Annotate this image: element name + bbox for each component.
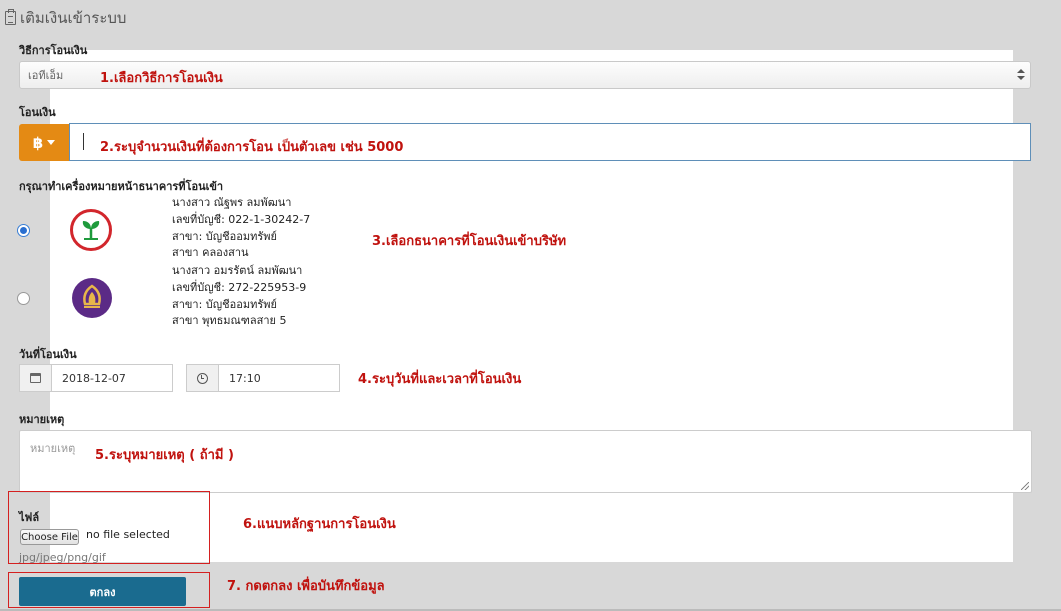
- bank-branch: สาขา พุทธมณฑลสาย 5: [172, 314, 287, 328]
- annotation-step-6: 6.แนบหลักฐานการโอนเงิน: [243, 517, 396, 532]
- kasikorn-bank-logo: [70, 209, 112, 251]
- transfer-date-label: วันที่โอนเงิน: [19, 348, 77, 361]
- bank-account-number: เลขที่บัญชี: 272-225953-9: [172, 280, 307, 294]
- page-title: เติมเงินเข้าระบบ: [20, 9, 127, 27]
- annotation-step-3: 3.เลือกธนาคารที่โอนเงินเข้าบริษัท: [372, 234, 567, 249]
- date-value: 2018-12-07: [62, 371, 126, 385]
- bank-info-kasikorn: นางสาว ณัฐพร ลมพัฒนา เลขที่บัญชี: 022-1-…: [172, 195, 310, 262]
- note-placeholder: หมายเหตุ: [30, 442, 76, 455]
- transfer-method-value: เอทีเอ็ม: [28, 69, 64, 82]
- date-input[interactable]: 2018-12-07: [51, 364, 173, 392]
- time-input[interactable]: 17:10: [218, 364, 340, 392]
- note-label: หมายเหตุ: [19, 413, 65, 426]
- clipboard-icon: [5, 9, 16, 25]
- page-header: เติมเงินเข้าระบบ: [5, 6, 126, 30]
- resize-grip-icon[interactable]: [1021, 482, 1029, 490]
- caret-down-icon: [47, 140, 56, 145]
- annotation-step-5: 5.ระบุหมายเหตุ ( ถ้ามี ): [95, 448, 234, 463]
- baht-icon: ฿: [32, 133, 44, 152]
- bank-branch: สาขา คลองสาน: [172, 246, 249, 260]
- bank-account-name: นางสาว อมรรัตน์ ลมพัฒนา: [172, 264, 303, 277]
- text-cursor: [83, 133, 84, 150]
- scb-emblem-icon: [83, 284, 101, 308]
- amount-label: โอนเงิน: [19, 106, 56, 119]
- annotation-step-1: 1.เลือกวิธีการโอนเงิน: [100, 71, 223, 86]
- bank-radio-scb[interactable]: [17, 292, 30, 305]
- annotation-step-7: 7. กดตกลง เพื่อบันทึกข้อมูล: [227, 579, 385, 594]
- transfer-method-label: วิธีการโอนเงิน: [19, 44, 88, 57]
- file-label: ไฟล์: [19, 511, 40, 524]
- bank-select-label: กรุณาทำเครื่องหมายหน้าธนาคารที่โอนเข้า: [19, 180, 224, 193]
- calendar-icon: [30, 373, 41, 383]
- clock-icon: [197, 372, 208, 384]
- select-arrows-icon: [1016, 67, 1026, 83]
- choose-file-button[interactable]: Choose File: [20, 529, 79, 545]
- calendar-button[interactable]: [19, 364, 51, 392]
- bank-info-scb: นางสาว อมรรัตน์ ลมพัฒนา เลขที่บัญชี: 272…: [172, 263, 306, 330]
- file-type-hint: jpg/jpeg/png/gif: [19, 551, 106, 564]
- annotation-step-4: 4.ระบุวันที่และเวลาที่โอนเงิน: [358, 372, 522, 387]
- file-status: no file selected: [86, 528, 170, 541]
- time-value: 17:10: [229, 371, 261, 385]
- bank-radio-kasikorn[interactable]: [17, 224, 30, 237]
- submit-button[interactable]: ตกลง: [19, 577, 186, 606]
- bank-account-type: สาขา: บัญชีออมทรัพย์: [172, 229, 277, 243]
- bank-account-type: สาขา: บัญชีออมทรัพย์: [172, 297, 277, 311]
- currency-dropdown-button[interactable]: ฿: [19, 124, 69, 161]
- bank-account-name: นางสาว ณัฐพร ลมพัฒนา: [172, 196, 292, 209]
- bank-account-number: เลขที่บัญชี: 022-1-30242-7: [172, 212, 311, 226]
- annotation-step-2: 2.ระบุจำนวนเงินที่ต้องการโอน เป็นตัวเลข …: [100, 140, 404, 155]
- leaf-icon: [82, 221, 100, 240]
- siam-commercial-bank-logo: [72, 278, 112, 318]
- time-button[interactable]: [186, 364, 218, 392]
